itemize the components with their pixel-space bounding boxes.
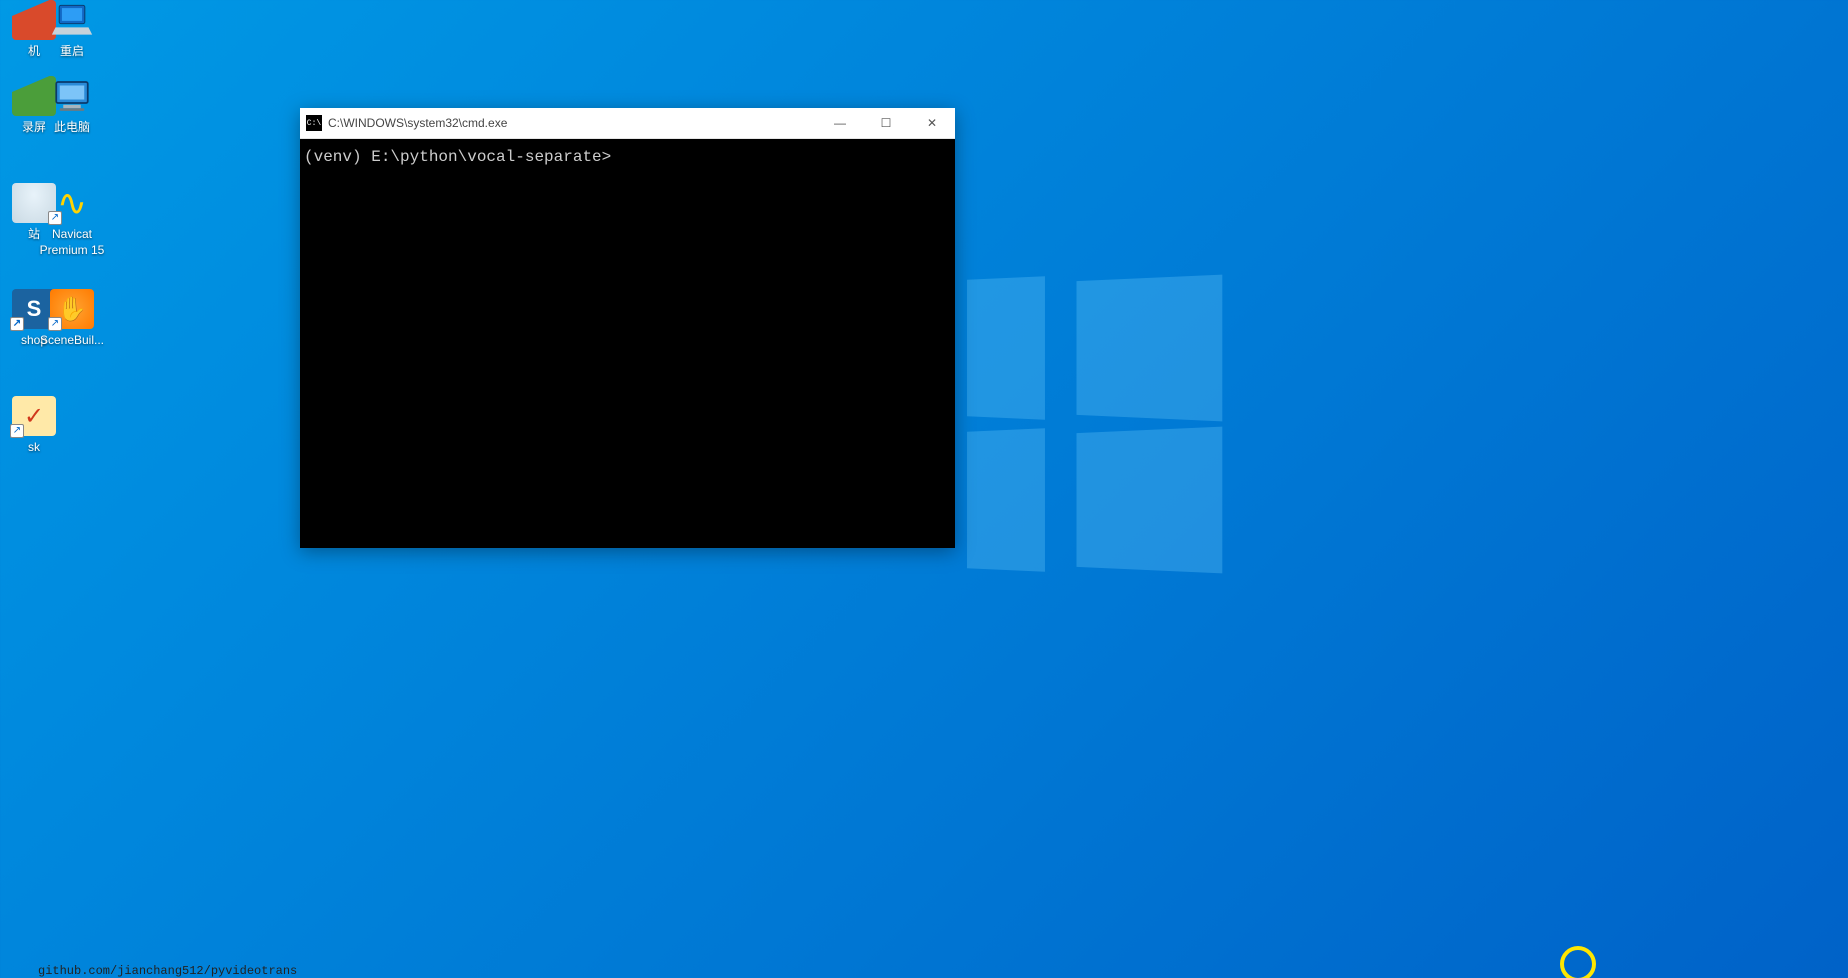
- laptop-icon: [50, 0, 94, 40]
- windows-logo-backdrop: [960, 278, 1220, 570]
- footer-status-text: github.com/jianchang512/pyvideotrans: [38, 964, 297, 978]
- window-title: C:\WINDOWS\system32\cmd.exe: [328, 116, 817, 130]
- icon-task[interactable]: ✓↗ sk: [0, 396, 70, 456]
- icon-restart-label: 重启: [60, 44, 84, 60]
- shortcut-arrow-icon: ↗: [48, 317, 62, 331]
- shortcut-arrow-icon: ↗: [10, 317, 24, 331]
- icon-restart[interactable]: 重启: [36, 0, 108, 60]
- shortcut-arrow-icon: ↗: [48, 211, 62, 225]
- minimize-button[interactable]: —: [817, 108, 863, 138]
- window-titlebar[interactable]: C:\ C:\WINDOWS\system32\cmd.exe — ☐ ✕: [300, 108, 955, 139]
- icon-scenebuilder-label: SceneBuil...: [40, 333, 104, 349]
- icon-thispc-glyph: [50, 76, 94, 116]
- icon-navicat-label: Navicat Premium 15: [36, 227, 108, 258]
- window-control-buttons: — ☐ ✕: [817, 108, 955, 138]
- icon-navicat-glyph: ∿↗: [50, 183, 94, 223]
- close-button[interactable]: ✕: [909, 108, 955, 138]
- icon-task-glyph: ✓↗: [12, 396, 56, 436]
- icon-thispc[interactable]: 此电脑: [36, 76, 108, 136]
- icon-scenebuilder[interactable]: ✋↗ SceneBuil...: [36, 289, 108, 349]
- icon-navicat[interactable]: ∿↗ Navicat Premium 15: [36, 183, 108, 258]
- cursor-highlight-ring: [1560, 946, 1596, 978]
- icon-task-label: sk: [28, 440, 40, 456]
- shortcut-arrow-icon: ↗: [10, 424, 24, 438]
- pc-icon: [51, 76, 93, 116]
- icon-restart-glyph: [50, 0, 94, 40]
- cmd-window[interactable]: C:\ C:\WINDOWS\system32\cmd.exe — ☐ ✕ (v…: [300, 108, 955, 548]
- cmd-icon: C:\: [306, 115, 322, 131]
- console-body[interactable]: (venv) E:\python\vocal-separate>: [300, 139, 955, 548]
- console-prompt: (venv) E:\python\vocal-separate>: [304, 148, 611, 166]
- icon-scenebuilder-glyph: ✋↗: [50, 289, 94, 329]
- maximize-button[interactable]: ☐: [863, 108, 909, 138]
- icon-thispc-label: 此电脑: [54, 120, 90, 136]
